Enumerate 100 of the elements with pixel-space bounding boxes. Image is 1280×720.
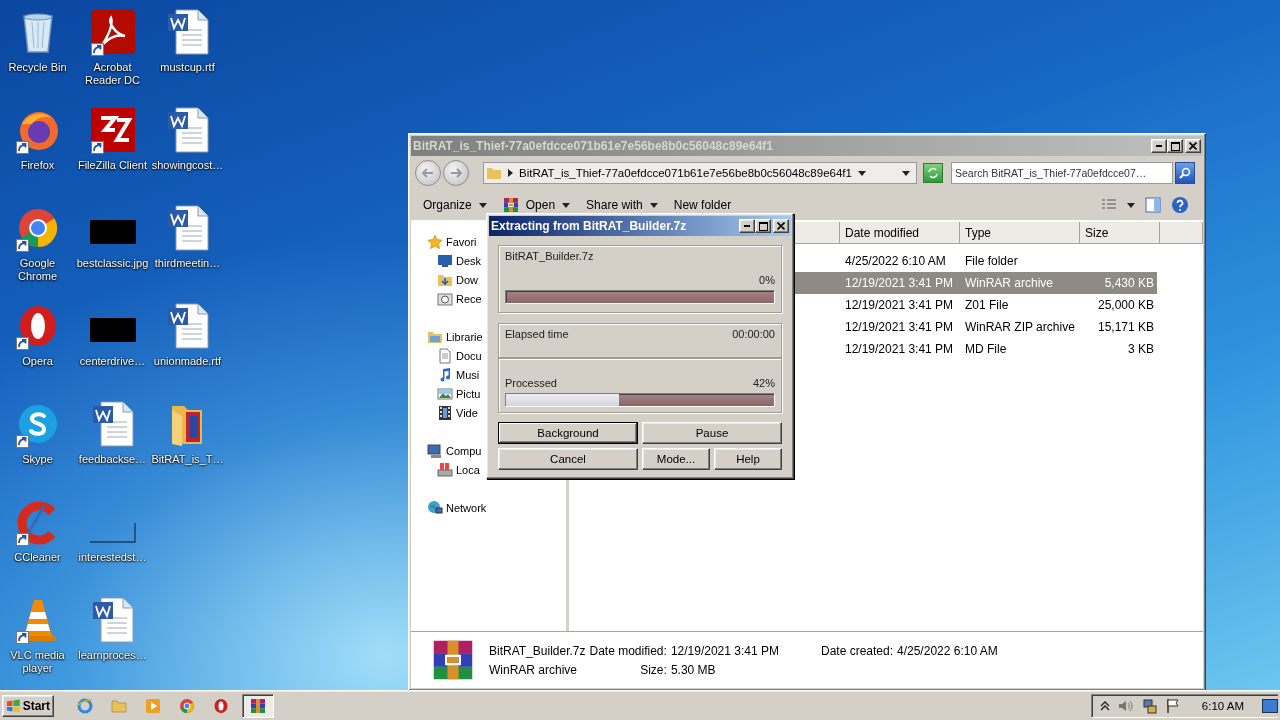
- monitor-icon: [437, 252, 453, 269]
- table-cell-text: 15,171 KB: [1096, 320, 1155, 334]
- toolbar-button[interactable]: New folder: [673, 198, 732, 212]
- nav-item[interactable]: Pictu: [456, 387, 481, 400]
- nav-item[interactable]: Librarie: [446, 330, 483, 343]
- taskbar-button[interactable]: [242, 693, 274, 718]
- detail-value: 12/19/2021 3:41 PM: [670, 643, 779, 658]
- minimize-icon: [744, 225, 750, 227]
- star-icon: [427, 233, 443, 250]
- nav-item[interactable]: Network: [446, 501, 487, 514]
- icon-label[interactable]: Opera: [22, 355, 53, 368]
- icon-label[interactable]: CCleaner: [14, 551, 61, 564]
- icon-label[interactable]: unionmade.rtf: [153, 355, 222, 368]
- search-field[interactable]: Search BitRAT_is_Thief-77a0efdcce07…: [951, 162, 1173, 184]
- maximize-button[interactable]: [1167, 139, 1183, 153]
- nav-item[interactable]: Favori: [446, 235, 477, 248]
- detail-label: Date modified:: [589, 643, 667, 658]
- thumbnail-icon: [89, 523, 136, 543]
- icon-label[interactable]: feedbackse…: [78, 453, 147, 466]
- back-button[interactable]: [415, 160, 441, 186]
- icon-label[interactable]: Google Chrome: [17, 257, 58, 283]
- computer-icon: [427, 442, 443, 459]
- file-type: WinRAR archive: [489, 662, 579, 677]
- toolbar-button[interactable]: Share with: [586, 198, 658, 212]
- dialog-button[interactable]: Mode...: [642, 448, 710, 470]
- icon-label[interactable]: bestclassic.jpg: [76, 257, 149, 270]
- elapsed-label: Elapsed time: [505, 328, 569, 340]
- table-cell-text: File folder: [964, 254, 1019, 268]
- table-cell-text: 25,000 KB: [1096, 298, 1155, 312]
- shortcut-arrow-icon: [90, 141, 104, 154]
- dialog-button[interactable]: Background: [498, 422, 638, 444]
- close-button[interactable]: [1185, 139, 1201, 153]
- nav-item[interactable]: Docu: [456, 349, 482, 362]
- icon-label[interactable]: FileZilla Client: [77, 159, 148, 172]
- chevron-icon: [508, 169, 513, 177]
- nav-item[interactable]: Vide: [456, 406, 478, 419]
- table-cell-text: 12/19/2021 3:41 PM: [844, 320, 955, 334]
- processed-label: Processed: [505, 377, 557, 389]
- drive-icon: [437, 461, 453, 478]
- icon-label[interactable]: Skype: [22, 453, 53, 466]
- refresh-button[interactable]: [923, 163, 943, 183]
- network-icon[interactable]: [1141, 697, 1158, 714]
- flag-icon[interactable]: [1165, 697, 1180, 714]
- help-button[interactable]: [1171, 196, 1189, 214]
- close-button[interactable]: [773, 219, 789, 233]
- icon-label[interactable]: Acrobat Reader DC: [85, 61, 140, 87]
- folder-icon: [486, 165, 502, 181]
- nav-item[interactable]: Musi: [456, 368, 480, 381]
- zigzag-logo-icon: [88, 106, 137, 154]
- caret-icon: [649, 202, 658, 208]
- table-cell-text: 3 KB: [1127, 342, 1155, 356]
- icon-label[interactable]: thirdmeetin…: [154, 257, 221, 270]
- shortcut-arrow-icon: [15, 435, 29, 448]
- start-button[interactable]: Start: [2, 694, 54, 717]
- dialog-button[interactable]: Pause: [642, 422, 782, 444]
- toolbar-button[interactable]: Open: [502, 197, 571, 213]
- preview-pane-button[interactable]: [1145, 197, 1161, 213]
- nav-item[interactable]: Compu: [446, 444, 482, 457]
- icon-label[interactable]: showingcost…: [151, 159, 224, 172]
- detail-value: 5.30 MB: [670, 662, 717, 677]
- column-header[interactable]: Date modified: [840, 222, 960, 244]
- nav-item[interactable]: Loca: [456, 463, 480, 476]
- address-field[interactable]: BitRAT_is_Thief-77a0efdcce071b61e7e56be8b0c56048c89e64f1: [483, 162, 917, 184]
- nav-item[interactable]: Desk: [456, 254, 482, 267]
- speaker-icon[interactable]: [1117, 698, 1134, 713]
- play-icon: [145, 697, 161, 714]
- maximize-button[interactable]: [755, 219, 771, 233]
- forward-button[interactable]: [443, 160, 469, 186]
- detail-label: Size:: [639, 662, 667, 677]
- shortcut-arrow-icon: [90, 43, 104, 56]
- table-cell-text: 12/19/2021 3:41 PM: [844, 342, 955, 356]
- show-hidden-icon[interactable]: [1099, 700, 1110, 711]
- view-menu-button[interactable]: [1127, 202, 1135, 208]
- show-desktop-icon[interactable]: [1262, 698, 1278, 713]
- detail-label: Date created:: [820, 643, 893, 658]
- icon-label[interactable]: mustcup.rtf: [160, 61, 215, 74]
- dialog-button[interactable]: Cancel: [498, 448, 638, 470]
- clock[interactable]: 6:10 AM: [1201, 699, 1244, 712]
- minimize-button[interactable]: [739, 219, 755, 233]
- file-name: BitRAT_Builder.7z: [489, 643, 586, 658]
- nav-item[interactable]: Rece: [456, 292, 482, 305]
- column-header[interactable]: Type: [960, 222, 1080, 244]
- back-arrow-icon: [422, 168, 434, 178]
- dialog-button[interactable]: Help: [714, 448, 782, 470]
- clock-folder-icon: [437, 290, 453, 307]
- icon-label[interactable]: centerdrive…: [79, 355, 146, 368]
- icon-label[interactable]: BitRAT_is_T…: [151, 453, 224, 466]
- wheel-icon: [179, 697, 195, 714]
- archive-icon: [431, 638, 475, 682]
- icon-label[interactable]: Recycle Bin: [8, 61, 67, 74]
- caret-icon: [1127, 202, 1135, 208]
- landscape-icon: [437, 385, 453, 402]
- toolbar-button[interactable]: Organize: [423, 198, 487, 212]
- minimize-button[interactable]: [1151, 139, 1167, 153]
- icon-label[interactable]: Firefox: [20, 159, 55, 172]
- preview-pane-icon: [1145, 197, 1161, 213]
- search-button[interactable]: [1175, 162, 1195, 184]
- column-header[interactable]: Size: [1080, 222, 1160, 244]
- shortcut-arrow-icon: [15, 239, 29, 252]
- nav-item[interactable]: Dow: [456, 273, 478, 286]
